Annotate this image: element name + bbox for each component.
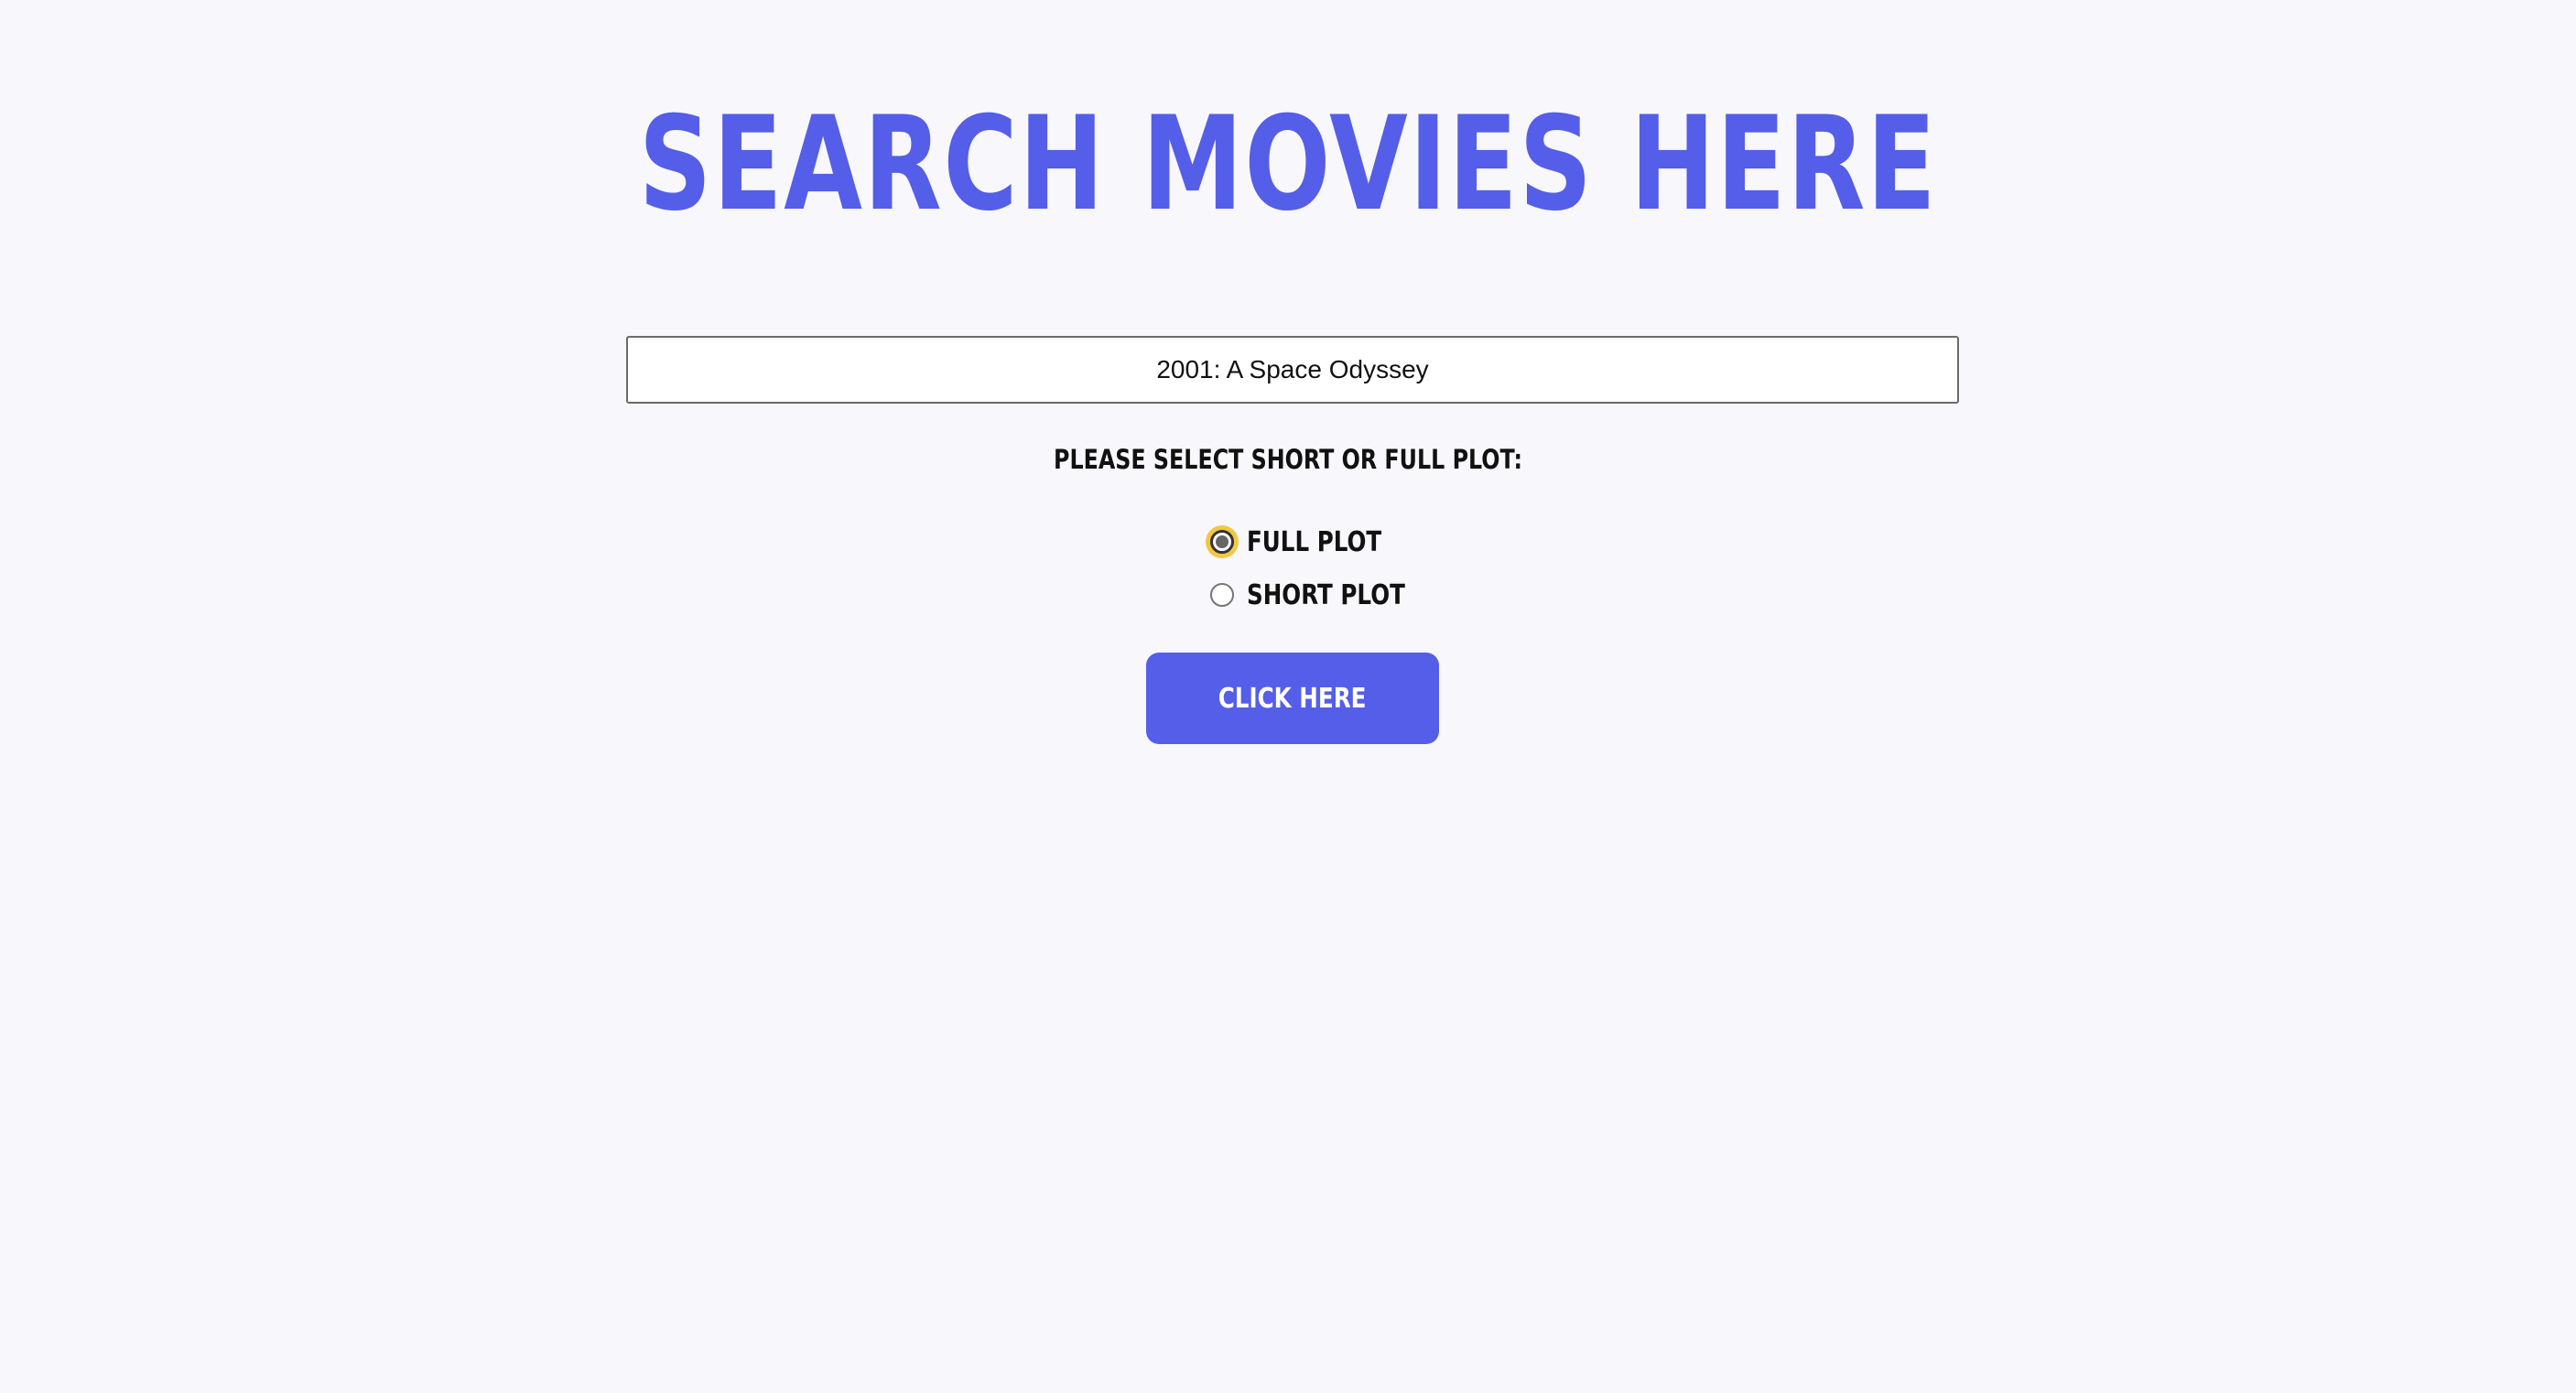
page-title: SEARCH MOVIES HERE xyxy=(638,89,1938,240)
short-plot-option[interactable]: SHORT PLOT xyxy=(1210,575,1440,615)
full-plot-option[interactable]: FULL PLOT xyxy=(1210,522,1412,562)
plot-selection-prompt: PLEASE SELECT SHORT OR FULL PLOT: xyxy=(1054,444,1522,475)
movie-search-input[interactable] xyxy=(626,336,1959,404)
full-plot-radio[interactable] xyxy=(1210,530,1234,554)
search-submit-label: CLICK HERE xyxy=(1218,682,1367,715)
short-plot-label[interactable]: SHORT PLOT xyxy=(1247,579,1405,611)
page: SEARCH MOVIES HERE PLEASE SELECT SHORT O… xyxy=(0,0,2576,1393)
full-plot-label[interactable]: FULL PLOT xyxy=(1247,526,1381,558)
search-submit-button[interactable]: CLICK HERE xyxy=(1146,653,1439,744)
short-plot-radio[interactable] xyxy=(1210,583,1234,607)
